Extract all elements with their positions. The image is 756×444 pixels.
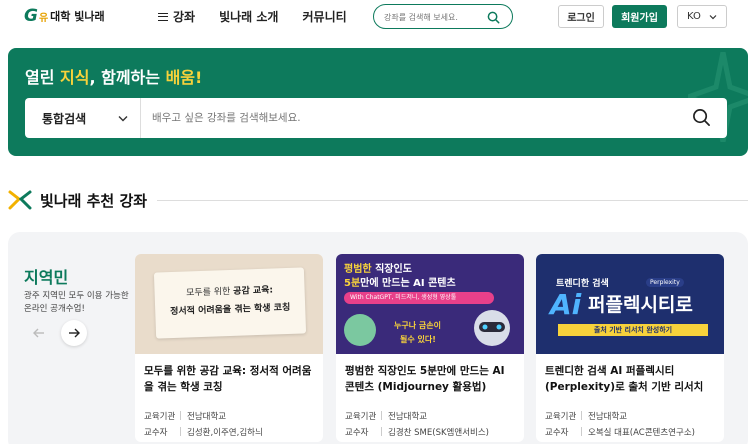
search-scope-value: 통합검색 — [42, 111, 87, 126]
thumbnail-line: 모두를 위한 공감 교육: — [154, 281, 304, 299]
arrow-left-icon — [33, 328, 44, 338]
top-header: G 유 대학 빛나래 강좌 빛나래 소개 커뮤니티 로그인 회원가입 — [0, 0, 756, 34]
recommend-section-header: 빛나래 추천 강좌 — [8, 186, 748, 214]
course-thumbnail[interactable]: 트렌디한 검색 Perplexity Ai 퍼플렉시티로 출처 기반 리서치 완… — [536, 254, 724, 354]
thumbnail-text: 모두를 위한 — [185, 286, 234, 299]
thumbnail-paper: 모두를 위한 공감 교육: 정서적 어려움을 겪는 학생 코칭 — [153, 267, 307, 339]
thumbnail-ai: Ai — [550, 288, 582, 321]
avatar — [344, 314, 376, 346]
nav-courses-label: 강좌 — [173, 10, 196, 24]
signup-button[interactable]: 회원가입 — [612, 5, 667, 28]
hero-title: 열린 지식, 함께하는 배움! — [25, 64, 202, 88]
section-divider — [157, 199, 748, 201]
course-title[interactable]: 평범한 직장인도 5분만에 만드는 AI 콘텐츠 (Midjourney 활용법… — [345, 363, 517, 395]
course-org: 교육기관 전남대학교 — [144, 410, 226, 422]
meta-key: 교육기관 — [545, 412, 577, 422]
search-icon[interactable] — [487, 11, 500, 24]
meta-sep — [581, 427, 582, 436]
course-card[interactable]: 트렌디한 검색 Perplexity Ai 퍼플렉시티로 출처 기반 리서치 완… — [536, 254, 724, 442]
panel-description: 광주 지역민 모두 이용 가능한 온라인 공개수업! — [24, 291, 129, 314]
thumbnail-line: 퍼플렉시티로 — [588, 294, 693, 316]
meta-sep — [581, 411, 582, 420]
meta-sep — [180, 427, 181, 436]
sparkle-icon — [8, 190, 32, 210]
course-org: 교육기관 전남대학교 — [345, 410, 427, 422]
hero-title-highlight: 지식 — [60, 68, 90, 87]
course-card[interactable]: 평범한 직장인도 5분만에 만드는 AI 콘텐츠 With ChatGPT, 미… — [336, 254, 524, 442]
thumbnail-line: 정서적 어려움을 겪는 학생 코칭 — [170, 302, 291, 318]
meta-value: 김성환,이주연,김하늬 — [187, 428, 263, 438]
section-title: 빛나래 추천 강좌 — [40, 191, 148, 210]
thumbnail-line: 출처 기반 리서치 완성하기 — [558, 324, 708, 336]
nav-about[interactable]: 빛나래 소개 — [219, 8, 278, 25]
meta-key: 교수자 — [345, 428, 369, 438]
language-value: KO — [687, 11, 701, 22]
header-search-input[interactable] — [384, 10, 490, 24]
search-icon[interactable] — [692, 108, 711, 127]
thumbnail-line: 누구나 금손이 — [394, 321, 441, 330]
main-nav: 강좌 빛나래 소개 커뮤니티 — [158, 8, 347, 25]
thumbnail-bar: With ChatGPT, 미드저니, 생성형 영상툴 — [344, 292, 494, 304]
course-title[interactable]: 모두를 위한 공감 교육: 정서적 어려움을 겪는 학생 코칭 — [144, 363, 316, 395]
thumbnail-text: 만에 만드는 AI 콘텐츠 — [360, 278, 456, 289]
meta-sep — [180, 411, 181, 420]
hero-title-highlight: 배움! — [165, 68, 203, 87]
meta-key: 교수자 — [144, 428, 168, 438]
thumbnail-line: 평범한 직장인도 — [344, 260, 412, 275]
meta-value: 김경찬 SME(SK엠앤서비스) — [388, 428, 489, 438]
search-scope-select[interactable]: 통합검색 — [25, 98, 141, 138]
course-thumbnail[interactable]: 평범한 직장인도 5분만에 만드는 AI 콘텐츠 With ChatGPT, 미… — [336, 254, 524, 354]
thumbnail-text: 공감 교육: — [233, 285, 274, 297]
meta-value: 전남대학교 — [187, 412, 227, 422]
hero-search-input[interactable] — [152, 110, 652, 126]
course-thumbnail[interactable]: 모두를 위한 공감 교육: 정서적 어려움을 겪는 학생 코칭 — [135, 254, 323, 354]
hamburger-menu-icon — [158, 12, 168, 21]
nav-community-label: 커뮤니티 — [302, 10, 347, 24]
arrow-right-icon — [69, 328, 80, 338]
course-professor: 교수자 김성환,이주연,김하늬 — [144, 426, 263, 438]
thumbnail-text: 5분 — [344, 278, 361, 289]
thumbnail-line: 될수 있다! — [400, 335, 436, 344]
logo-small: 유 — [38, 12, 49, 24]
recommend-panel: 지역민 광주 지역민 모두 이용 가능한 온라인 공개수업! 모두를 위한 공감… — [8, 232, 748, 444]
panel-title: 지역민 — [24, 268, 69, 287]
meta-value: 오복실 대표(AC콘텐츠연구소) — [588, 428, 695, 438]
nav-courses[interactable]: 강좌 — [158, 8, 195, 25]
language-select[interactable]: KO — [677, 5, 727, 28]
course-professor: 교수자 오복실 대표(AC콘텐츠연구소) — [545, 426, 695, 438]
hero-title-part: 열린 — [25, 68, 61, 87]
meta-key: 교수자 — [545, 428, 569, 438]
thumbnail-tag: Perplexity — [646, 278, 684, 287]
course-org: 교육기관 전남대학교 — [545, 410, 627, 422]
meta-sep — [381, 427, 382, 436]
hero-title-part: , 함께하는 — [89, 68, 166, 87]
meta-sep — [381, 411, 382, 420]
page: G 유 대학 빛나래 강좌 빛나래 소개 커뮤니티 로그인 회원가입 — [0, 0, 756, 444]
meta-key: 교육기관 — [144, 412, 176, 422]
hero-search-bar: 통합검색 — [25, 98, 727, 138]
chevron-down-icon — [709, 14, 717, 19]
nav-about-label: 빛나래 소개 — [219, 10, 279, 24]
logo-name: 대학 빛나래 — [50, 10, 105, 23]
chevron-down-icon — [118, 115, 128, 121]
carousel-next-button[interactable] — [61, 320, 87, 346]
course-card[interactable]: 모두를 위한 공감 교육: 정서적 어려움을 겪는 학생 코칭 모두를 위한 공… — [135, 254, 323, 442]
course-title[interactable]: 트렌디한 검색 AI 퍼플렉시티(Perplexity)로 출처 기반 리서치 … — [545, 363, 717, 395]
course-professor: 교수자 김경찬 SME(SK엠앤서비스) — [345, 426, 489, 438]
thumbnail-line: 5분만에 만드는 AI 콘텐츠 — [344, 274, 456, 289]
nav-community[interactable]: 커뮤니티 — [302, 8, 346, 25]
header-search — [373, 4, 513, 29]
carousel-prev-button[interactable] — [26, 320, 52, 346]
hero-banner: 열린 지식, 함께하는 배움! 통합검색 — [8, 48, 748, 156]
site-logo[interactable]: G 유 대학 빛나래 — [24, 4, 105, 28]
meta-key: 교육기관 — [345, 412, 377, 422]
login-button[interactable]: 로그인 — [558, 5, 604, 28]
robot-icon — [474, 310, 510, 346]
meta-value: 전남대학교 — [588, 412, 628, 422]
logo-mark: G — [24, 6, 38, 26]
meta-value: 전남대학교 — [388, 412, 428, 422]
